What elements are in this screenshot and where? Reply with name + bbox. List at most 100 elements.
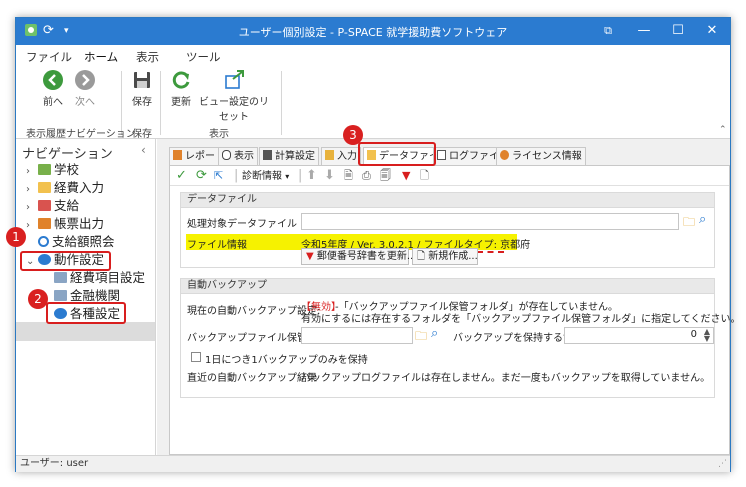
annotation-box-operation-settings (20, 251, 111, 271)
blank-doc-icon: 🗋 (417, 251, 429, 262)
folder-icon[interactable]: 🗀 (683, 213, 695, 234)
tab-calc-settings-label: 計算設定 (275, 151, 315, 162)
selected-row-highlight (16, 322, 155, 341)
reset-view-icon (225, 70, 244, 89)
down-circle-icon[interactable]: ⬇ (324, 168, 335, 184)
nav-collapse-icon[interactable]: ‹ (141, 143, 146, 157)
tab-input-label: 入力 (337, 151, 357, 162)
backup-folder-field[interactable] (301, 327, 413, 344)
annotation-box-various-settings (46, 302, 126, 324)
target-file-field[interactable] (301, 213, 679, 230)
ribbon: 前へ 次へ 保存 更新 ビュー設定のリセット 表示履歴ナビゲーション 保存 表示… (16, 67, 730, 140)
forward-button[interactable]: 次へ (72, 69, 98, 108)
step-marker-3: 3 (343, 125, 363, 145)
toolbar-separator: | (298, 168, 303, 183)
log-icon (437, 150, 446, 160)
glasses-icon (222, 150, 231, 160)
print-icon[interactable]: ⎙ (362, 168, 371, 184)
menu-file[interactable]: ファイル (26, 49, 72, 65)
spinner-arrows-icon[interactable]: ▲ ▼ (704, 328, 710, 343)
nav-item-payment-inquiry[interactable]: 支給額照会 (36, 233, 115, 251)
data-file-panel: ✓ ⟳ ⇱ | 診断情報 ▾ | ⬆ ⬇ 🗎 ⎙ 🗐 ▼ 🗋 データファイル 処… (169, 165, 741, 455)
new-file-button[interactable]: 🗋 新規作成... (412, 248, 478, 265)
nav-item-expense-items[interactable]: 経費項目設定 (52, 269, 145, 287)
school-icon (38, 164, 51, 175)
window-title: ユーザー個別設定 - P-SPACE 就学援助費ソフトウェア (238, 26, 508, 39)
diagnostic-dropdown[interactable]: 診断情報 ▾ (242, 169, 289, 185)
expand-arrow-icon[interactable]: › (26, 217, 36, 235)
nav-item-ledger-output-label: 帳票出力 (54, 216, 105, 231)
save-icon (134, 72, 150, 88)
minimize-button[interactable]: — (632, 22, 656, 40)
menu-bar: ファイル ホーム 表示 ツール (16, 45, 730, 69)
file-info-label: ファイル情報 (187, 240, 247, 251)
nav-item-payment-inquiry-label: 支給額照会 (52, 234, 115, 249)
close-button[interactable]: ✕ (700, 22, 724, 40)
blank-doc-icon[interactable]: 🗋 (420, 168, 429, 184)
app-window: ⟳ ▾ ユーザー個別設定 - P-SPACE 就学援助費ソフトウェア ⧉ — ☐… (15, 17, 741, 472)
target-file-label: 処理対象データファイル (187, 219, 297, 230)
nav-title: ナビゲーション (22, 147, 113, 162)
tab-display[interactable]: 表示 (218, 147, 258, 165)
generations-spinner[interactable]: 0 ▲ ▼ (564, 327, 714, 344)
status-bar: ユーザー: user ⋰ (16, 455, 730, 472)
folder-icon (38, 182, 51, 193)
nav-item-payment[interactable]: › 支給 (26, 197, 79, 215)
nav-item-financial-institutions-label: 金融機関 (70, 288, 121, 303)
tab-calc-settings[interactable]: 計算設定 (259, 147, 319, 165)
search-icon[interactable]: ⌕ (431, 326, 438, 341)
pencil-icon (325, 150, 334, 160)
maximize-button[interactable]: ☐ (666, 22, 690, 40)
search-icon[interactable]: ⌕ (699, 212, 706, 227)
status-user: ユーザー: user (20, 458, 89, 469)
data-file-group: 処理対象データファイル 🗀 ⌕ ファイル情報 令和5年度 / Ver. 3.0.… (180, 208, 715, 268)
menu-view[interactable]: 表示 (136, 49, 159, 65)
menu-home[interactable]: ホーム (84, 49, 119, 69)
auto-backup-group: 現在の自動バックアップ設定: 【無効】 -「バックアップファイル保管フォルダ」が… (180, 294, 741, 398)
pin-icon: ▼ (306, 251, 317, 262)
tab-license[interactable]: ライセンス情報 (496, 147, 586, 165)
step-marker-1: 1 (6, 227, 26, 247)
calendar-icon (38, 200, 51, 211)
nav-item-school[interactable]: › 学校 (26, 161, 79, 179)
main-content: レポート 表示 計算設定 入力 データファイル ログファイル ライセンス情報 ✓… (157, 139, 741, 455)
export-icon[interactable]: ⇱ (214, 168, 223, 184)
save-button[interactable]: 保存 (130, 69, 154, 108)
panel-toolbar: ✓ ⟳ ⇱ | 診断情報 ▾ | ⬆ ⬇ 🗎 ⎙ 🗐 ▼ 🗋 (170, 166, 729, 186)
ribbon-collapse-icon[interactable]: ⌃ (719, 125, 727, 135)
toolbar-separator: | (234, 168, 239, 183)
folder-icon[interactable]: 🗀 (415, 327, 427, 348)
nav-item-ledger-output[interactable]: › 帳票出力 (26, 215, 104, 233)
table-icon (54, 272, 67, 283)
back-label: 前へ (43, 97, 63, 108)
save-label: 保存 (132, 97, 152, 108)
generations-value: 0 (690, 329, 697, 340)
preview-icon[interactable]: 🗐 (380, 168, 391, 184)
back-button[interactable]: 前へ (40, 69, 66, 108)
arrow-right-icon (75, 70, 95, 90)
nav-item-budget-input[interactable]: › 経費入力 (26, 179, 104, 197)
resize-grip-icon[interactable]: ⋰ (718, 456, 727, 472)
pin-icon[interactable]: ▼ (402, 168, 410, 184)
daily-backup-checkbox[interactable] (191, 352, 201, 362)
search-icon (38, 236, 49, 247)
reset-view-label: ビュー設定のリセット (199, 97, 269, 123)
refresh-button[interactable]: 更新 (168, 69, 194, 108)
update-postal-dictionary-label: 郵便番号辞書を更新... (316, 251, 417, 262)
tab-input[interactable]: 入力 (321, 147, 361, 165)
menu-tools[interactable]: ツール (186, 49, 221, 65)
ribbon-separator (281, 71, 282, 135)
backup-status-message-2: 有効にするには存在するフォルダを「バックアップファイル保管フォルダ」に指定してく… (301, 314, 741, 325)
ribbon-group-view: 表示 (209, 129, 229, 140)
check-icon[interactable]: ✓ (176, 168, 187, 184)
refresh-icon[interactable]: ⟳ (196, 168, 207, 184)
nav-item-payment-label: 支給 (54, 198, 80, 213)
up-circle-icon[interactable]: ⬆ (306, 168, 317, 184)
restore-button[interactable]: ⧉ (596, 22, 620, 40)
bank-icon (54, 290, 67, 301)
reset-view-button[interactable]: ビュー設定のリセット (199, 69, 269, 123)
ribbon-group-save: 保存 (132, 129, 152, 140)
document-search-icon[interactable]: 🗎 (344, 168, 353, 184)
update-postal-dictionary-button[interactable]: ▼ 郵便番号辞書を更新... (301, 248, 416, 265)
nav-item-school-label: 学校 (54, 162, 80, 177)
